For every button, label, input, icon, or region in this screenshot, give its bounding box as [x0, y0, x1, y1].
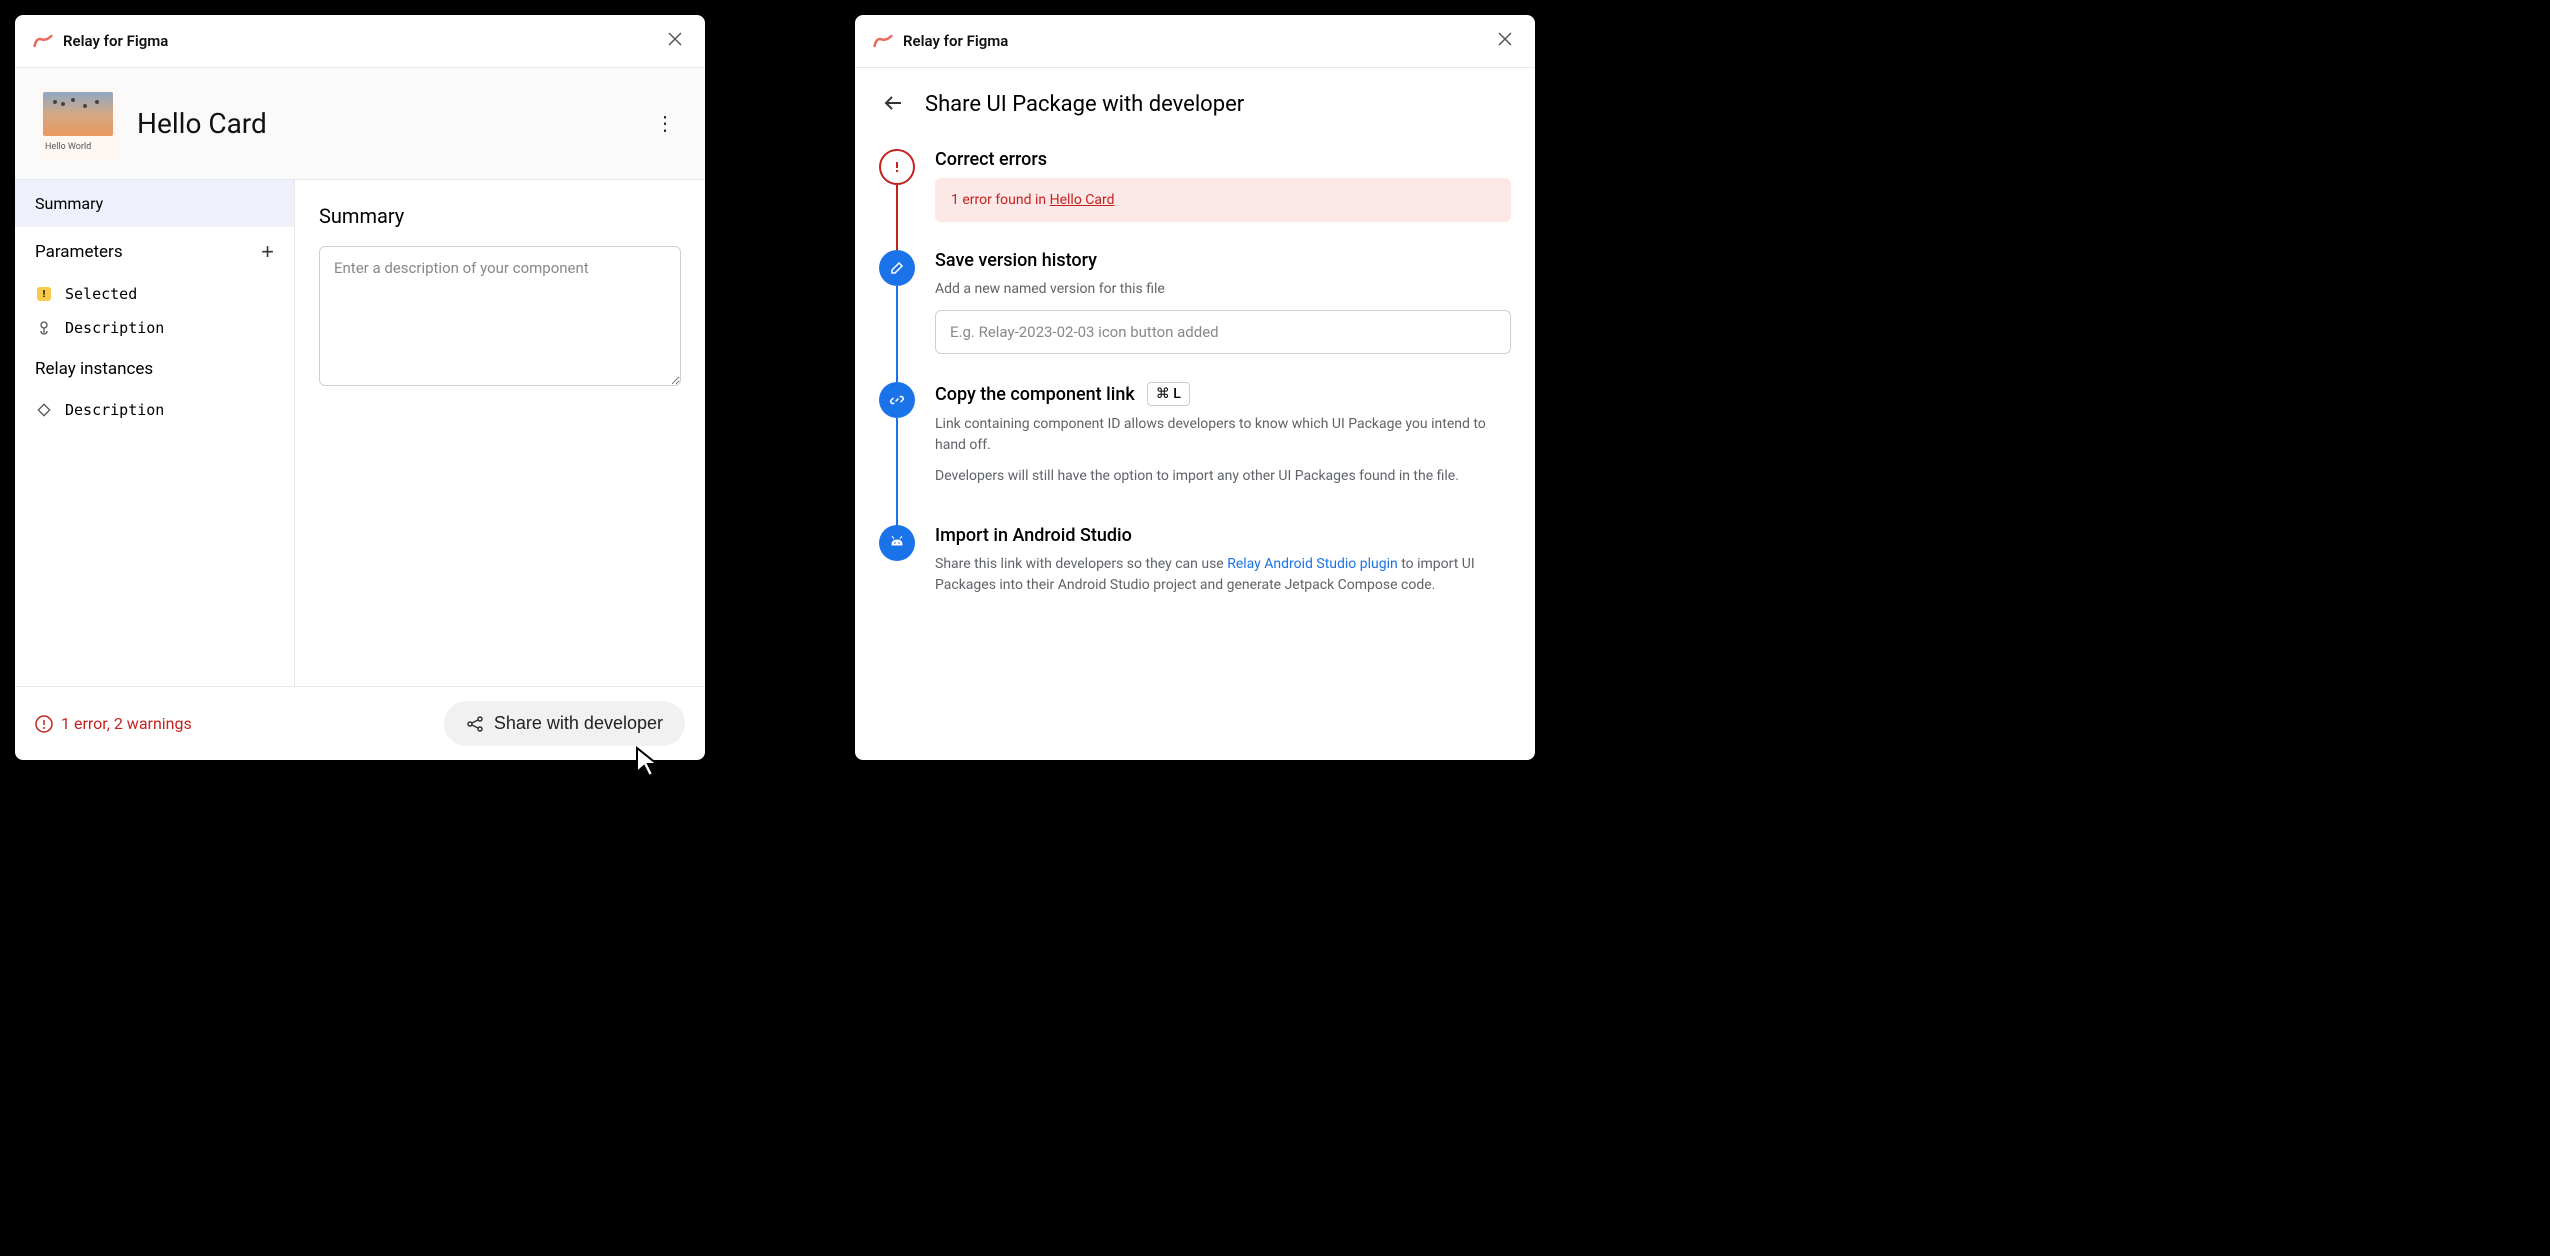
sidebar-item-summary[interactable]: Summary — [15, 180, 294, 227]
thumbnail-image — [43, 92, 113, 136]
pencil-icon — [879, 250, 915, 286]
app-title: Relay for Figma — [63, 32, 168, 50]
step-copy-link: Copy the component link ⌘ L Link contain… — [879, 382, 1511, 525]
kebab-icon: ⋮ — [655, 113, 675, 135]
version-name-input[interactable] — [935, 310, 1511, 354]
footer: 1 error, 2 warnings Share with developer — [15, 686, 705, 760]
relay-plugin-link[interactable]: Relay Android Studio plugin — [1227, 556, 1398, 572]
step-title: Correct errors — [935, 149, 1511, 170]
thumbnail-label: Hello World — [43, 142, 91, 152]
page-title: Share UI Package with developer — [925, 92, 1244, 117]
error-icon — [35, 715, 53, 733]
description-input[interactable] — [319, 246, 681, 386]
sidebar-item-label: Summary — [35, 194, 103, 213]
parameter-label: Selected — [65, 285, 137, 303]
titlebar: Relay for Figma — [855, 15, 1535, 68]
component-header: Hello World Hello Card ⋮ — [15, 68, 705, 180]
error-banner[interactable]: 1 error found in Hello Card — [935, 178, 1511, 222]
sidebar-section-parameters: Parameters + — [15, 227, 294, 277]
step-title: Import in Android Studio — [935, 525, 1511, 546]
instance-label: Description — [65, 401, 164, 419]
parameter-item-description[interactable]: Description — [15, 311, 294, 345]
page-header: Share UI Package with developer — [855, 68, 1535, 141]
link-icon — [879, 382, 915, 418]
error-status-text: 1 error, 2 warnings — [61, 714, 192, 733]
touch-icon — [35, 320, 53, 336]
steps-list: Correct errors 1 error found in Hello Ca… — [855, 141, 1535, 658]
relay-logo-icon — [873, 33, 893, 49]
main-panel: Summary — [295, 180, 705, 686]
error-component-link[interactable]: Hello Card — [1050, 192, 1115, 208]
step-description: Developers will still have the option to… — [935, 466, 1511, 487]
component-title: Hello Card — [137, 107, 267, 140]
sidebar-section-label: Parameters — [35, 242, 123, 262]
titlebar: Relay for Figma — [15, 15, 705, 68]
android-icon — [879, 525, 915, 561]
error-banner-text: 1 error found in — [951, 192, 1050, 208]
step-correct-errors: Correct errors 1 error found in Hello Ca… — [879, 149, 1511, 250]
panel-heading: Summary — [319, 204, 681, 228]
close-icon — [667, 31, 683, 47]
more-options-button[interactable]: ⋮ — [647, 103, 683, 144]
share-button-label: Share with developer — [494, 713, 663, 734]
share-with-developer-button[interactable]: Share with developer — [444, 701, 685, 746]
relay-logo-icon — [33, 33, 53, 49]
relay-main-window: Relay for Figma Hello World Hello Card ⋮… — [15, 15, 705, 760]
step-description: Link containing component ID allows deve… — [935, 414, 1511, 456]
plus-icon: + — [261, 239, 274, 264]
share-icon — [466, 715, 484, 733]
instance-item-description[interactable]: Description — [15, 393, 294, 427]
parameter-label: Description — [65, 319, 164, 337]
sidebar-section-instances: Relay instances — [15, 345, 294, 393]
sidebar-section-label: Relay instances — [35, 359, 153, 379]
close-icon — [1497, 31, 1513, 47]
app-title: Relay for Figma — [903, 32, 1008, 50]
parameter-item-selected[interactable]: ! Selected — [15, 277, 294, 311]
warning-icon: ! — [37, 287, 51, 301]
error-status[interactable]: 1 error, 2 warnings — [35, 714, 192, 733]
diamond-icon — [35, 403, 53, 417]
back-button[interactable] — [879, 88, 909, 121]
sidebar: Summary Parameters + ! Selected Descript… — [15, 180, 295, 686]
step-import-android: Import in Android Studio Share this link… — [879, 525, 1511, 634]
close-button[interactable] — [663, 27, 687, 55]
keyboard-shortcut: ⌘ L — [1147, 382, 1190, 406]
close-button[interactable] — [1493, 27, 1517, 55]
arrow-left-icon — [883, 92, 905, 114]
step-description: Add a new named version for this file — [935, 279, 1511, 300]
step-description: Share this link with developers so they … — [935, 554, 1511, 596]
step-save-version: Save version history Add a new named ver… — [879, 250, 1511, 382]
add-parameter-button[interactable]: + — [261, 241, 274, 263]
error-circle-icon — [879, 149, 915, 185]
step-title: Save version history — [935, 250, 1511, 271]
relay-share-window: Relay for Figma Share UI Package with de… — [855, 15, 1535, 760]
step-title: Copy the component link — [935, 384, 1135, 405]
component-thumbnail: Hello World — [37, 86, 119, 161]
